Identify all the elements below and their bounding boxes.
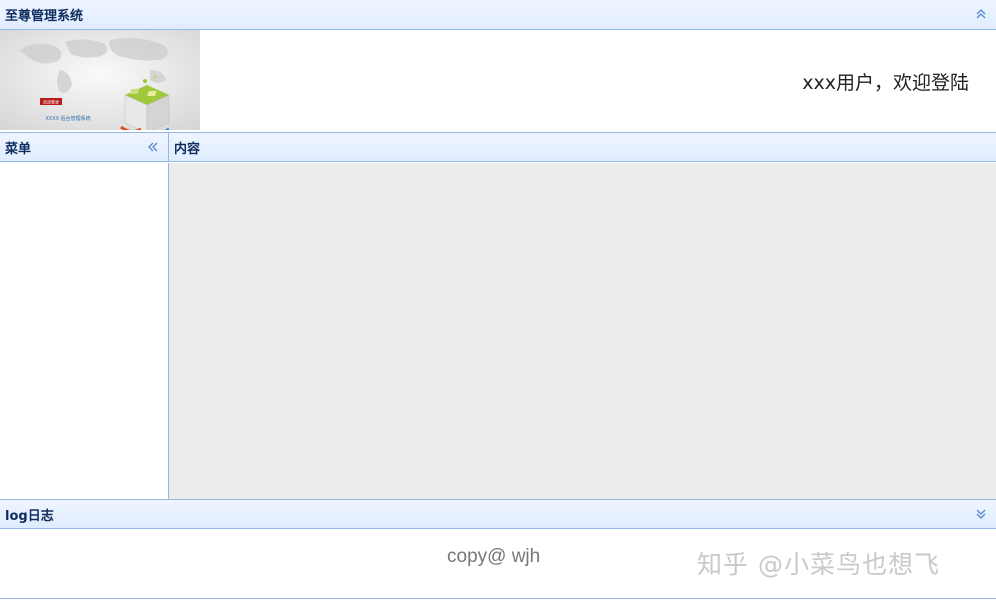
double-chevron-up-icon[interactable] [974, 7, 988, 21]
log-title: log日志 [5, 508, 54, 524]
watermark-text: 知乎 @小菜鸟也想飞 [697, 550, 940, 579]
menu-title: 菜单 [5, 141, 32, 157]
welcome-text: xxx用户，欢迎登陆 [802, 72, 969, 94]
banner-image: 欢迎登录 XXXX 后台管理系统 [0, 30, 200, 130]
north-panel-header: 至尊管理系统 [0, 0, 996, 30]
menu-panel-body [0, 163, 169, 499]
south-panel-header: log日志 [0, 499, 996, 529]
app-title: 至尊管理系统 [5, 9, 84, 24]
log-panel-body: copy@ wjh 知乎 @小菜鸟也想飞 [0, 530, 996, 599]
center-panel-header: 内容 [169, 132, 996, 162]
double-chevron-left-icon[interactable] [146, 140, 160, 154]
north-panel-body: 欢迎登录 XXXX 后台管理系统 xxx用户，欢迎登陆 [0, 30, 996, 132]
banner-badge: 欢迎登录 [43, 99, 59, 105]
copyright-text: copy@ wjh [447, 546, 541, 567]
content-panel-body [169, 163, 996, 499]
banner-system-name: XXXX 后台管理系统 [45, 115, 90, 122]
content-title: 内容 [174, 141, 201, 157]
double-chevron-down-icon[interactable] [974, 507, 988, 521]
west-panel-header: 菜单 [0, 132, 169, 162]
